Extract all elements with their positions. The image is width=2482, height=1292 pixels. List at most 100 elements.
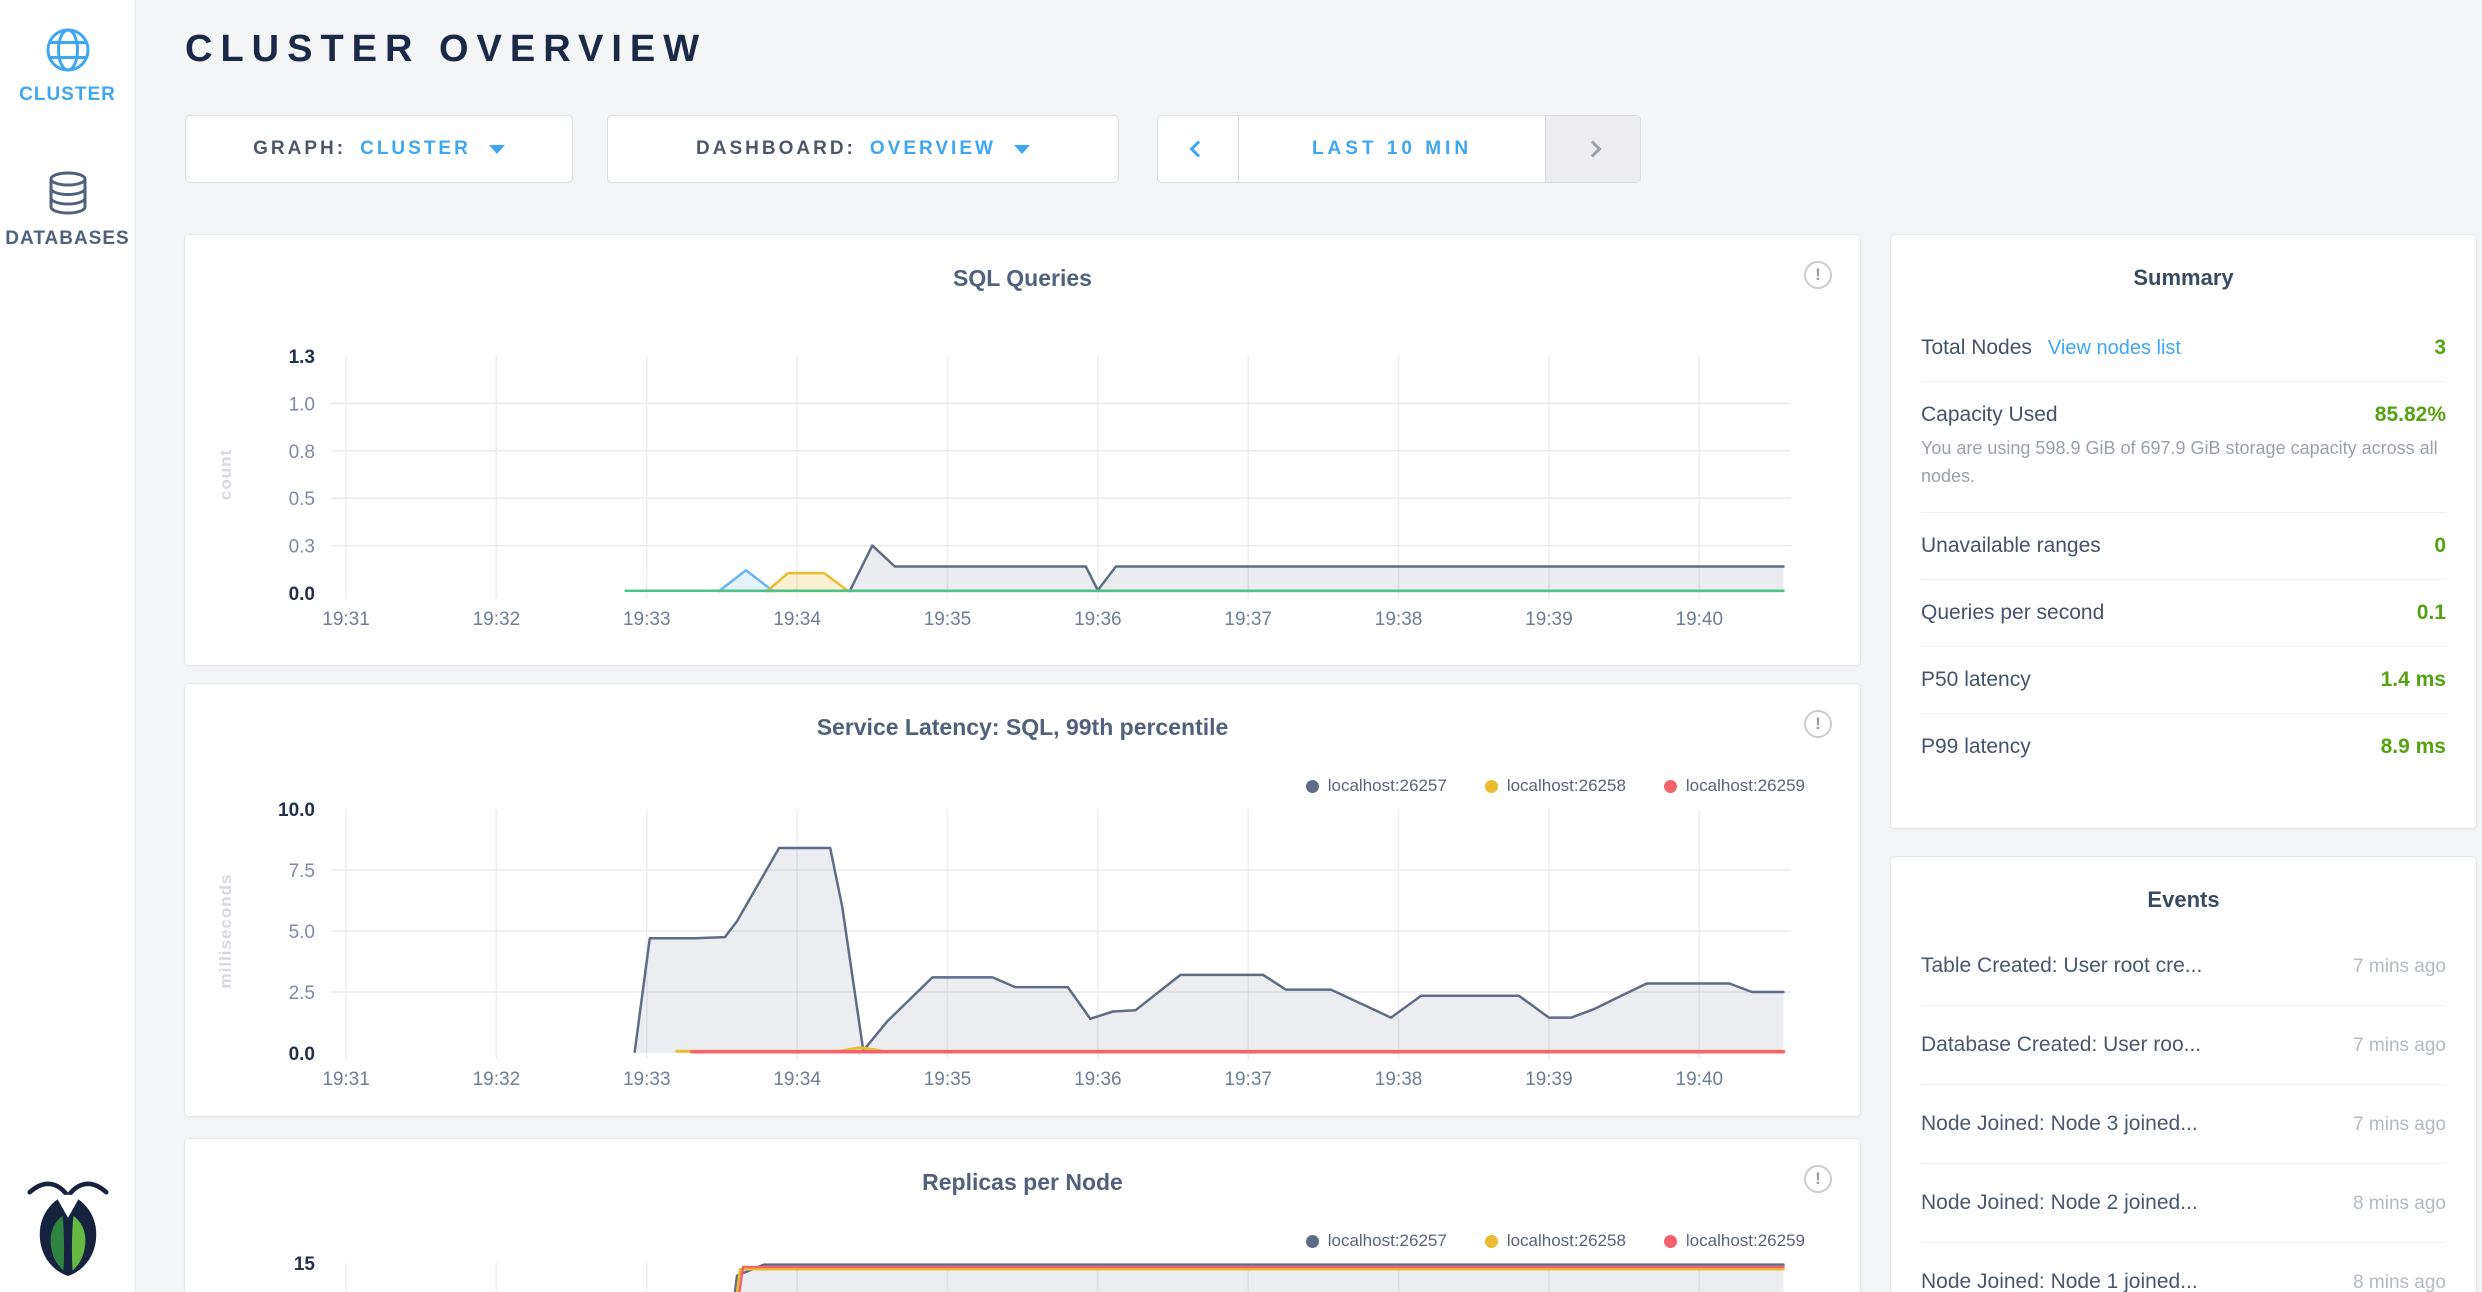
svg-text:19:33: 19:33 xyxy=(623,609,671,630)
chart-title: Service Latency: SQL, 99th percentile xyxy=(185,714,1860,741)
events-title: Events xyxy=(1921,887,2446,913)
svg-text:19:35: 19:35 xyxy=(924,1069,972,1090)
graph-dropdown-label: GRAPH: xyxy=(253,138,346,160)
svg-text:19:36: 19:36 xyxy=(1074,609,1122,630)
svg-text:15: 15 xyxy=(294,1254,316,1275)
event-time: 8 mins ago xyxy=(2353,1272,2446,1292)
chevron-down-icon xyxy=(489,145,505,154)
globe-icon xyxy=(44,26,92,74)
sidebar-item-cluster[interactable]: CLUSTER xyxy=(0,26,135,106)
timerange-prev-button[interactable] xyxy=(1158,116,1238,182)
replicas-per-node-chart[interactable]: 19:3119:3219:3319:3419:3519:3619:3719:38… xyxy=(205,1247,1842,1292)
svg-text:19:38: 19:38 xyxy=(1375,609,1423,630)
svg-text:0.3: 0.3 xyxy=(289,537,315,558)
svg-text:milliseconds: milliseconds xyxy=(216,874,235,989)
event-text: Table Created: User root cre... xyxy=(1921,954,2202,978)
legend-dot-icon xyxy=(1485,1235,1498,1248)
svg-text:19:32: 19:32 xyxy=(473,1069,521,1090)
svg-text:19:40: 19:40 xyxy=(1676,609,1724,630)
svg-text:0.0: 0.0 xyxy=(289,1044,315,1065)
svg-text:19:36: 19:36 xyxy=(1074,1069,1122,1090)
summary-row-value: 0.1 xyxy=(2417,601,2446,625)
summary-row-value: 1.4 ms xyxy=(2381,668,2446,692)
info-icon[interactable]: ! xyxy=(1804,1165,1832,1193)
legend-dot-icon xyxy=(1664,1235,1677,1248)
replicas-per-node-chart-card: Replicas per Node ! localhost:26257local… xyxy=(184,1138,1861,1292)
chevron-right-icon xyxy=(1585,141,1602,158)
sidebar: CLUSTER DATABASES xyxy=(0,0,136,1292)
svg-text:0.0: 0.0 xyxy=(289,584,315,605)
svg-text:5.0: 5.0 xyxy=(289,922,315,943)
event-text: Node Joined: Node 2 joined... xyxy=(1921,1191,2198,1215)
summary-title: Summary xyxy=(1921,265,2446,291)
summary-row: P99 latency 8.9 ms xyxy=(1921,714,2446,780)
summary-row: Total Nodes View nodes list 3 xyxy=(1921,315,2446,382)
summary-row-link[interactable]: View nodes list xyxy=(2048,337,2181,360)
summary-row-value: 0 xyxy=(2434,534,2446,558)
event-row: Table Created: User root cre... 7 mins a… xyxy=(1921,927,2446,1006)
event-rows: Table Created: User root cre... 7 mins a… xyxy=(1921,927,2446,1292)
event-row: Database Created: User roo... 7 mins ago xyxy=(1921,1006,2446,1085)
dashboard-dropdown[interactable]: DASHBOARD: OVERVIEW xyxy=(607,115,1119,183)
svg-text:19:39: 19:39 xyxy=(1525,609,1573,630)
page-title: CLUSTER OVERVIEW xyxy=(185,28,707,71)
event-row: Node Joined: Node 2 joined... 8 mins ago xyxy=(1921,1164,2446,1243)
svg-text:19:32: 19:32 xyxy=(473,609,521,630)
svg-text:19:33: 19:33 xyxy=(623,1069,671,1090)
cockroachdb-logo xyxy=(22,1174,114,1276)
timerange-value-button[interactable]: LAST 10 MIN xyxy=(1238,116,1546,182)
events-panel: Events Table Created: User root cre... 7… xyxy=(1890,856,2477,1292)
svg-text:0.8: 0.8 xyxy=(289,442,315,463)
event-row: Node Joined: Node 1 joined... 8 mins ago xyxy=(1921,1243,2446,1292)
summary-row: Unavailable ranges 0 xyxy=(1921,513,2446,580)
service-latency-chart[interactable]: 19:3119:3219:3319:3419:3519:3619:3719:38… xyxy=(205,774,1842,1114)
summary-row-label: Unavailable ranges xyxy=(1921,534,2101,558)
summary-row-label: P99 latency xyxy=(1921,735,2031,759)
timerange-next-button[interactable] xyxy=(1546,116,1640,182)
sql-queries-chart[interactable]: 19:31 19:32 19:33 19:34 19:35 19:36 19:37 19:38… xyxy=(205,320,1842,650)
summary-row-value: 8.9 ms xyxy=(2381,735,2446,759)
summary-rows: Total Nodes View nodes list 3 Capacity U… xyxy=(1921,315,2446,780)
event-time: 7 mins ago xyxy=(2353,1035,2446,1057)
graph-dropdown[interactable]: GRAPH: CLUSTER xyxy=(185,115,573,183)
event-time: 8 mins ago xyxy=(2353,1193,2446,1215)
event-time: 7 mins ago xyxy=(2353,1114,2446,1136)
sidebar-item-label: CLUSTER xyxy=(0,84,135,106)
summary-row: Queries per second 0.1 xyxy=(1921,580,2446,647)
legend-dot-icon xyxy=(1306,1235,1319,1248)
event-text: Database Created: User roo... xyxy=(1921,1033,2201,1057)
summary-row-label: P50 latency xyxy=(1921,668,2031,692)
dashboard-dropdown-label: DASHBOARD: xyxy=(696,138,856,160)
graph-dropdown-value: CLUSTER xyxy=(360,138,471,160)
summary-row-label: Total Nodes xyxy=(1921,336,2032,360)
sidebar-item-databases[interactable]: DATABASES xyxy=(0,170,135,250)
event-text: Node Joined: Node 3 joined... xyxy=(1921,1112,2198,1136)
timerange-control: LAST 10 MIN xyxy=(1157,115,1641,183)
svg-text:2.5: 2.5 xyxy=(289,983,315,1004)
databases-icon xyxy=(44,170,92,218)
dashboard-dropdown-value: OVERVIEW xyxy=(870,138,996,160)
info-icon[interactable]: ! xyxy=(1804,710,1832,738)
info-icon[interactable]: ! xyxy=(1804,261,1832,289)
svg-text:19:35: 19:35 xyxy=(924,609,972,630)
svg-text:19:34: 19:34 xyxy=(773,1069,821,1090)
sql-queries-chart-card: SQL Queries ! 19:3119:3219:3319:3419:351… xyxy=(184,234,1861,666)
summary-panel: Summary Total Nodes View nodes list 3 Ca… xyxy=(1890,234,2477,829)
svg-text:19:31: 19:31 xyxy=(322,609,370,630)
service-latency-chart-card: Service Latency: SQL, 99th percentile ! … xyxy=(184,683,1861,1117)
summary-row-label: Queries per second xyxy=(1921,601,2104,625)
svg-text:19:37: 19:37 xyxy=(1224,609,1272,630)
summary-row-label: Capacity Used xyxy=(1921,403,2058,427)
svg-text:19:34: 19:34 xyxy=(773,609,821,630)
sidebar-item-label: DATABASES xyxy=(0,228,135,250)
summary-row-note: You are using 598.9 GiB of 697.9 GiB sto… xyxy=(1921,435,2446,491)
summary-row-value: 3 xyxy=(2434,336,2446,360)
event-time: 7 mins ago xyxy=(2353,956,2446,978)
svg-text:19:39: 19:39 xyxy=(1525,1069,1573,1090)
svg-text:19:37: 19:37 xyxy=(1224,1069,1272,1090)
summary-row: Capacity Used 85.82% You are using 598.9… xyxy=(1921,382,2446,513)
summary-row: P50 latency 1.4 ms xyxy=(1921,647,2446,714)
svg-text:count: count xyxy=(216,449,235,500)
summary-row-value: 85.82% xyxy=(2375,403,2446,427)
svg-text:10.0: 10.0 xyxy=(278,800,315,821)
